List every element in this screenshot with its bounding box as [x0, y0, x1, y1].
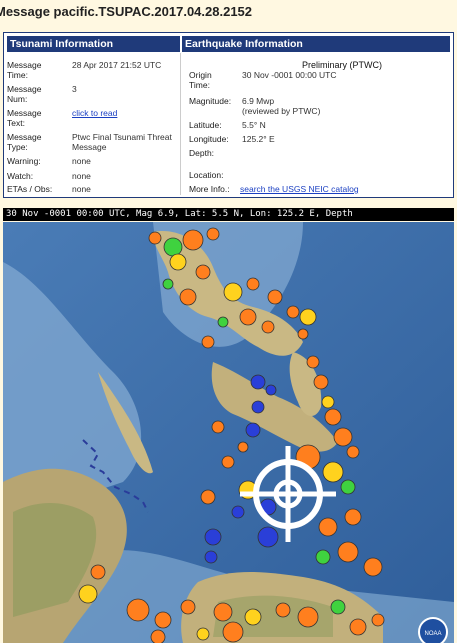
watch-label: Watch: — [7, 171, 34, 181]
quake-marker — [222, 621, 244, 643]
usgs-neic-link[interactable]: search the USGS NEIC catalog — [240, 184, 359, 194]
magnitude-value: 6.9 Mwp — [242, 96, 275, 106]
quake-marker — [78, 584, 98, 604]
message-num-value: 3 — [72, 84, 77, 94]
warning-label: Warning: — [7, 156, 41, 166]
quake-marker — [148, 231, 162, 245]
quake-marker — [306, 355, 320, 369]
quake-marker — [179, 288, 197, 306]
quake-marker — [204, 550, 218, 564]
watch-value: none — [72, 171, 91, 181]
quake-marker — [195, 264, 211, 280]
quake-marker — [275, 602, 291, 618]
more-info-label: More Info.: — [189, 184, 230, 194]
warning-value: none — [72, 156, 91, 166]
message-type-label: Message Type: — [7, 132, 42, 152]
etas-obs-value: none — [72, 184, 91, 194]
preliminary-status: Preliminary (PTWC) — [302, 60, 382, 70]
quake-marker — [169, 253, 187, 271]
quake-marker — [162, 278, 174, 290]
map-canvas: NOAA — [3, 222, 454, 643]
quake-marker — [180, 599, 196, 615]
quake-marker — [250, 374, 266, 390]
quake-marker — [245, 422, 261, 438]
depth-label: Depth: — [189, 148, 215, 158]
quake-marker — [297, 328, 309, 340]
quake-marker — [217, 316, 229, 328]
seismicity-map[interactable]: NOAA — [3, 222, 454, 643]
quake-marker — [200, 489, 216, 505]
quake-marker — [344, 508, 362, 526]
quake-marker — [333, 427, 353, 447]
quake-marker — [330, 599, 346, 615]
quake-marker — [213, 602, 233, 622]
quake-marker — [257, 526, 279, 548]
earthquake-header-label: Earthquake Information — [185, 38, 303, 50]
quake-marker — [244, 608, 262, 626]
quake-marker — [201, 335, 215, 349]
message-text-label: Message Text: — [7, 108, 42, 128]
quake-marker — [251, 400, 265, 414]
quake-marker — [371, 613, 385, 627]
message-time-value: 28 Apr 2017 21:52 UTC — [72, 60, 162, 70]
quake-marker — [182, 229, 204, 251]
message-type-value: Ptwc Final Tsunami Threat Message — [72, 132, 172, 152]
quake-marker — [150, 629, 166, 643]
quake-marker — [313, 374, 329, 390]
origin-time-value: 30 Nov -0001 00:00 UTC — [242, 70, 337, 80]
quake-marker — [318, 517, 338, 537]
message-time-label: Message Time: — [7, 60, 42, 80]
quake-marker — [321, 395, 335, 409]
quake-marker — [211, 420, 225, 434]
message-num-label: Message Num: — [7, 84, 42, 104]
quake-marker — [196, 627, 210, 641]
origin-time-label: Origin Time: — [189, 70, 212, 90]
quake-marker — [126, 598, 150, 622]
quake-marker — [90, 564, 106, 580]
etas-obs-label: ETAs / Obs: — [7, 184, 53, 194]
map-caption: 30 Nov -0001 00:00 UTC, Mag 6.9, Lat: 5.… — [3, 208, 454, 221]
quake-marker — [163, 237, 183, 257]
longitude-label: Longitude: — [189, 134, 229, 144]
quake-marker — [204, 528, 222, 546]
quake-marker — [324, 408, 342, 426]
quake-marker — [297, 606, 319, 628]
quake-marker — [237, 441, 249, 453]
quake-marker — [267, 289, 283, 305]
quake-marker — [346, 445, 360, 459]
magnitude-label: Magnitude: — [189, 96, 232, 106]
quake-marker — [322, 461, 344, 483]
quake-marker — [231, 505, 245, 519]
quake-marker — [223, 282, 243, 302]
quake-marker — [349, 618, 367, 636]
latitude-label: Latitude: — [189, 120, 222, 130]
quake-marker — [265, 384, 277, 396]
quake-marker — [337, 541, 359, 563]
quake-marker — [315, 549, 331, 565]
noaa-logo: NOAA — [418, 617, 448, 643]
quake-marker — [221, 455, 235, 469]
info-panel: Tsunami Information Earthquake Informati… — [3, 32, 454, 198]
quake-marker — [206, 227, 220, 241]
quake-marker — [154, 611, 172, 629]
location-label: Location: — [189, 170, 224, 180]
quake-marker — [239, 308, 257, 326]
quake-marker — [286, 305, 300, 319]
latitude-value: 5.5° N — [242, 120, 266, 130]
quake-marker — [261, 320, 275, 334]
click-to-read-link[interactable]: click to read — [72, 108, 117, 118]
tsunami-info-header: Tsunami Information — [7, 36, 180, 52]
magnitude-note: (reviewed by PTWC) — [242, 106, 321, 116]
quake-marker — [363, 557, 383, 577]
column-divider — [180, 53, 181, 195]
longitude-value: 125.2° E — [242, 134, 275, 144]
page-title: Message pacific.TSUPAC.2017.04.28.2152 — [0, 4, 253, 19]
earthquake-info-header: Earthquake Information — [182, 36, 450, 52]
noaa-logo-text: NOAA — [424, 631, 441, 637]
quake-marker — [340, 479, 356, 495]
quake-marker — [299, 308, 317, 326]
quake-marker — [246, 277, 260, 291]
